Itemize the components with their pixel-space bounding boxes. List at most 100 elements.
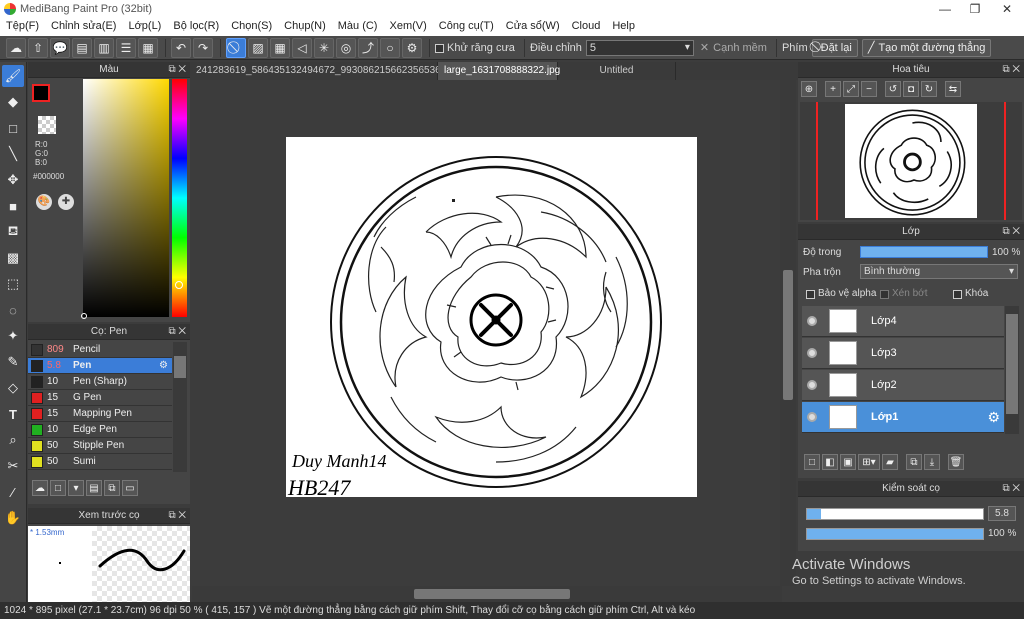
horizontal-scrollbar-thumb[interactable] — [414, 589, 570, 599]
brush-row[interactable]: 5.8 Pen ⚙ — [28, 358, 172, 374]
canvas-vertical-scrollbar[interactable] — [780, 80, 796, 586]
lasso-tool-icon[interactable]: ◌ — [2, 299, 24, 321]
folder-icon[interactable]: ▰ — [882, 454, 898, 470]
panel-close-icon[interactable]: ⧉ ✕ — [168, 508, 186, 524]
rectangle-tool-icon[interactable]: □ — [2, 117, 24, 139]
settings-snap-icon[interactable]: ⚙ — [402, 37, 422, 58]
menu-layer[interactable]: Lớp(L) — [122, 18, 167, 36]
tab-document-1[interactable]: 241283619_586435132494672_99308621566235… — [190, 62, 468, 80]
minimize-button[interactable]: — — [930, 0, 960, 18]
add-brush-icon[interactable]: ▾ — [68, 480, 84, 496]
palette-add-icon[interactable]: ✚ — [58, 194, 74, 210]
hue-handle[interactable] — [175, 281, 183, 289]
new-layer-icon[interactable]: □ — [804, 454, 820, 470]
add-layer-menu-icon[interactable]: ⊞▾ — [858, 454, 880, 470]
protect-alpha-option[interactable]: Bảo vệ alpha — [806, 288, 876, 299]
radial-snap-icon[interactable]: ✳ — [314, 37, 334, 58]
layer-visibility-icon[interactable] — [807, 348, 817, 358]
menu-help[interactable]: Help — [606, 18, 641, 36]
menu-select[interactable]: Chọn(S) — [225, 18, 278, 36]
soft-edge-icon[interactable]: ✕ — [700, 41, 709, 54]
menu-file[interactable]: Tệp(F) — [0, 18, 45, 36]
scrollbar-thumb[interactable] — [174, 356, 186, 378]
panel-close-icon[interactable]: ⧉ ✕ — [168, 62, 186, 78]
hand-tool-icon[interactable]: ✋ — [2, 507, 24, 529]
select-rect-tool-icon[interactable]: ⬚ — [2, 273, 24, 295]
hue-slider[interactable] — [172, 79, 187, 317]
layer-row-1[interactable]: Lớp1 ⚙ — [802, 402, 1004, 433]
parallel-snap-icon[interactable]: ▨ — [248, 37, 268, 58]
protect-alpha-checkbox[interactable] — [806, 290, 815, 299]
menu-filter[interactable]: Bộ lọc(R) — [167, 18, 225, 36]
zoom-fit-icon[interactable]: ⊕ — [801, 81, 817, 97]
canvas-horizontal-scrollbar[interactable] — [192, 586, 782, 602]
undo-icon[interactable]: ↶ — [171, 37, 191, 58]
line-tool-icon[interactable]: ╲ — [2, 143, 24, 165]
snap-off-icon[interactable]: ⃠ — [226, 37, 246, 58]
brush-tool-icon[interactable]: 🖌 — [2, 65, 24, 87]
menu-view[interactable]: Xem(V) — [383, 18, 432, 36]
adjust-select[interactable]: 5 — [585, 39, 694, 56]
panel-icon[interactable]: ▤ — [72, 37, 92, 58]
layer-list-scrollbar[interactable] — [1005, 306, 1019, 434]
circle-snap-icon[interactable]: ○ — [380, 37, 400, 58]
brush-settings-icon[interactable]: ▤ — [86, 480, 102, 496]
gradient-tool-icon[interactable]: ▩ — [2, 247, 24, 269]
list-icon[interactable]: ☰ — [116, 37, 136, 58]
curve-snap-icon[interactable]: ⤴ — [358, 37, 378, 58]
rotate-left-icon[interactable]: ↺ — [885, 81, 901, 97]
menu-window[interactable]: Cửa sổ(W) — [500, 18, 566, 36]
brush-copy-icon[interactable]: ⧉ — [104, 480, 120, 496]
zoom-in-icon[interactable]: + — [825, 81, 841, 97]
cloud-brush-icon[interactable]: ☁ — [32, 480, 48, 496]
menu-edit[interactable]: Chỉnh sửa(E) — [45, 18, 122, 36]
palette-icon[interactable]: 🎨 — [36, 194, 52, 210]
panel-close-icon[interactable]: ⧉ ✕ — [1002, 62, 1020, 78]
zoom-out-icon[interactable]: − — [861, 81, 877, 97]
layer-visibility-icon[interactable] — [807, 316, 817, 326]
select-eraser-tool-icon[interactable]: ◇ — [2, 377, 24, 399]
panel-close-icon[interactable]: ⧉ ✕ — [1002, 224, 1020, 240]
divide-tool-icon[interactable]: ✂ — [2, 455, 24, 477]
brush-opacity-slider[interactable] — [806, 528, 984, 540]
brush-row[interactable]: 10 Edge Pen — [28, 422, 172, 438]
layer-settings-icon[interactable]: ⚙ — [987, 409, 1000, 426]
maximize-button[interactable]: ❐ — [960, 0, 990, 18]
tab-document-2[interactable]: large_1631708888322.jpg — [438, 62, 560, 80]
layer-visibility-icon[interactable] — [807, 412, 817, 422]
close-button[interactable]: ✕ — [992, 0, 1022, 18]
panel-close-icon[interactable]: ⧉ ✕ — [1002, 481, 1020, 497]
magic-wand-tool-icon[interactable]: ✦ — [2, 325, 24, 347]
fit-window-icon[interactable]: ⤢ — [843, 81, 859, 97]
bucket-tool-icon[interactable]: ⛾ — [2, 221, 24, 243]
operation-tool-icon[interactable]: ⌕ — [2, 429, 24, 451]
layer-row-3[interactable]: Lớp3 — [802, 338, 1004, 369]
eyedropper-tool-icon[interactable]: ⁄ — [2, 481, 24, 503]
clipping-checkbox[interactable] — [880, 290, 889, 299]
grid-snap-icon[interactable]: ▦ — [270, 37, 290, 58]
brush-delete-icon[interactable]: ▭ — [122, 480, 138, 496]
document-icon[interactable]: ▥ — [94, 37, 114, 58]
layer-row-4[interactable]: Lớp4 — [802, 306, 1004, 337]
eraser-tool-icon[interactable]: ◆ — [2, 91, 24, 113]
transparent-swatch[interactable] — [38, 116, 56, 134]
navigator-preview[interactable] — [800, 102, 1022, 220]
layer-scrollbar-thumb[interactable] — [1006, 314, 1018, 414]
brush-row[interactable]: 15 Mapping Pen — [28, 406, 172, 422]
grid-icon[interactable]: ▦ — [138, 37, 158, 58]
sv-cursor[interactable] — [81, 313, 87, 319]
foreground-color-swatch[interactable] — [32, 84, 50, 102]
new-halftone-layer-icon[interactable]: ▣ — [840, 454, 856, 470]
brush-row[interactable]: 15 G Pen — [28, 390, 172, 406]
perspective-snap-icon[interactable]: ◁ — [292, 37, 312, 58]
clipping-option[interactable]: Xén bớt — [880, 288, 927, 299]
delete-layer-icon[interactable]: 🗑 — [948, 454, 964, 470]
tab-document-3[interactable]: Untitled — [558, 62, 676, 80]
comment-icon[interactable]: 💬 — [50, 37, 70, 58]
text-tool-icon[interactable]: T — [2, 403, 24, 425]
layer-row-2[interactable]: Lớp2 — [802, 370, 1004, 401]
menu-color[interactable]: Màu (C) — [332, 18, 384, 36]
lock-checkbox[interactable] — [953, 290, 962, 299]
redo-icon[interactable]: ↷ — [193, 37, 213, 58]
cloud-icon[interactable]: ☁ — [6, 37, 26, 58]
